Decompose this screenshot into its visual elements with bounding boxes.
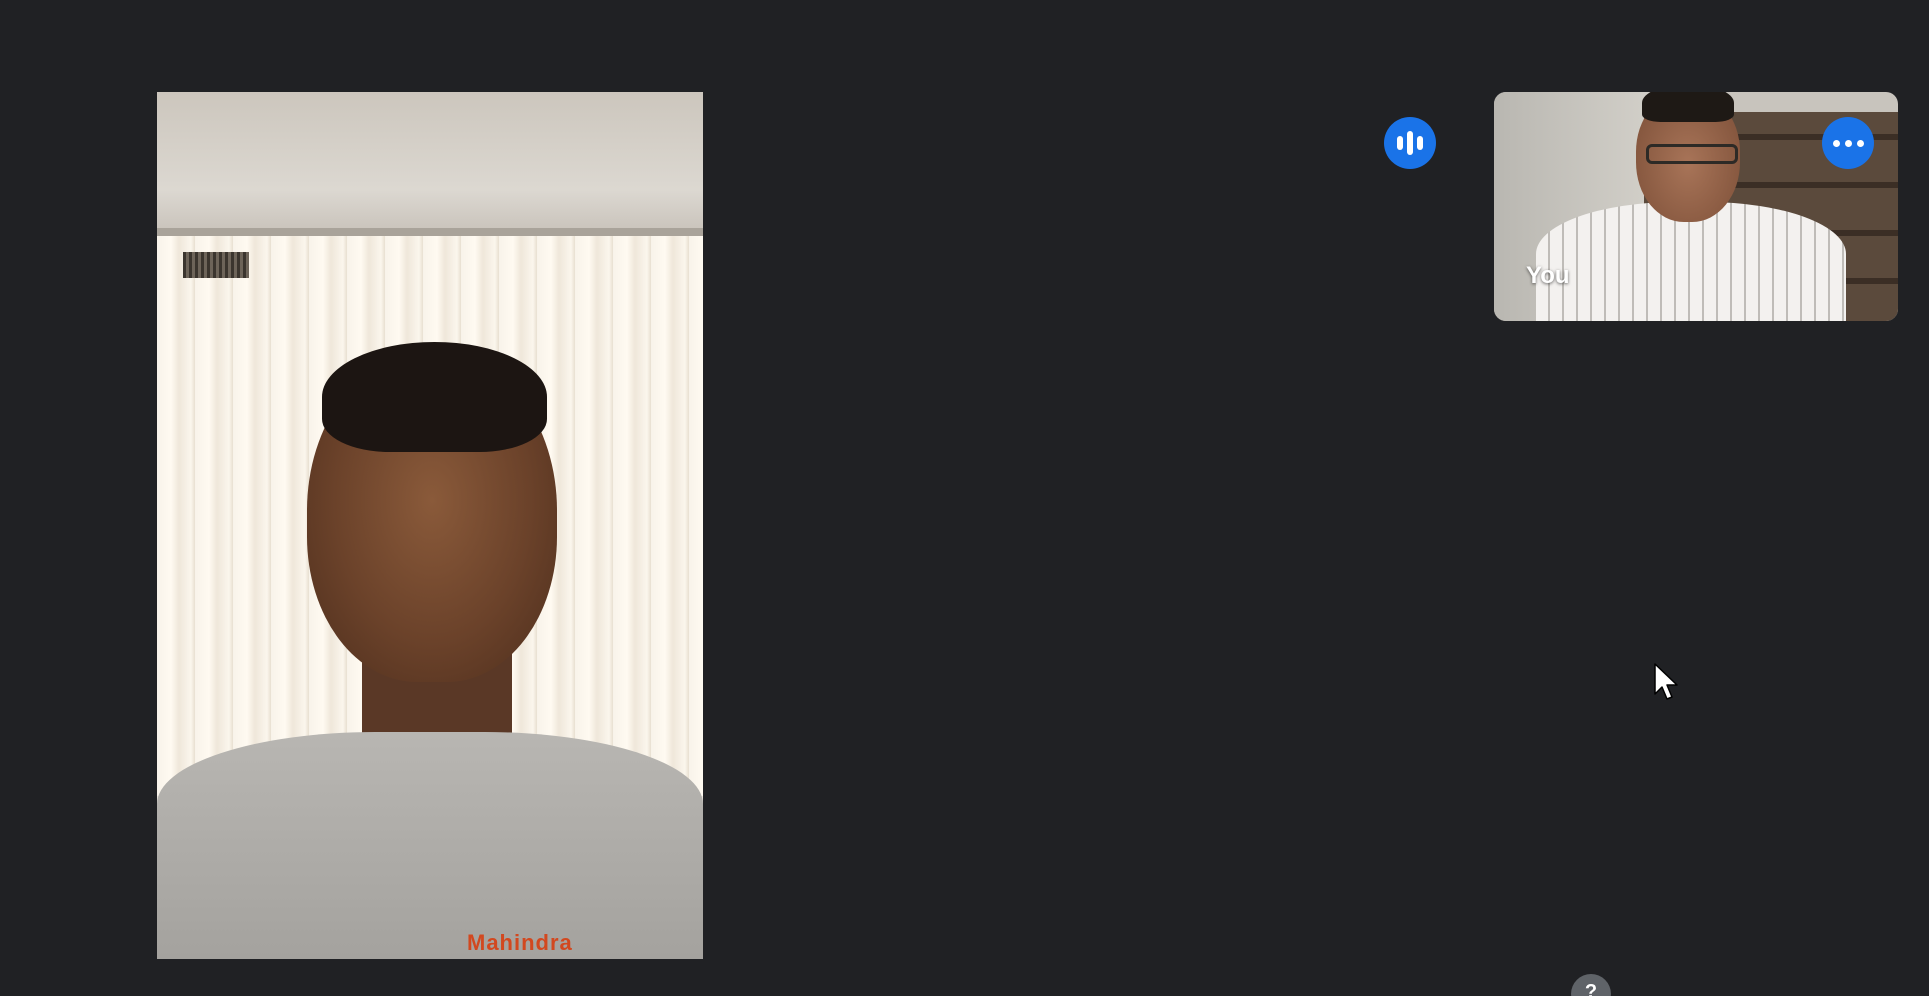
- audio-level-bar: [1407, 131, 1413, 155]
- more-horiz-icon: [1832, 139, 1840, 147]
- participant-image: [157, 732, 703, 959]
- video-background: [183, 252, 249, 278]
- more-horiz-icon: [1844, 139, 1852, 147]
- participant-image: [322, 342, 547, 452]
- participant-video-tile[interactable]: Mahindra: [157, 92, 703, 959]
- self-image: [1646, 144, 1738, 164]
- audio-level-icon: [1384, 117, 1436, 169]
- self-name-label: You: [1526, 262, 1570, 289]
- self-image: [1642, 92, 1734, 122]
- video-background: [157, 228, 703, 236]
- help-button[interactable]: ?: [1571, 974, 1611, 996]
- shirt-logo: Mahindra: [467, 930, 573, 955]
- video-background: [157, 92, 703, 232]
- audio-level-bar: [1397, 136, 1403, 150]
- more-horiz-icon: [1856, 139, 1864, 147]
- more-options-button[interactable]: [1822, 117, 1874, 169]
- mouse-cursor-icon: [1654, 663, 1678, 700]
- audio-level-bar: [1417, 136, 1423, 150]
- meeting-stage: Mahindra You ?: [0, 0, 1929, 996]
